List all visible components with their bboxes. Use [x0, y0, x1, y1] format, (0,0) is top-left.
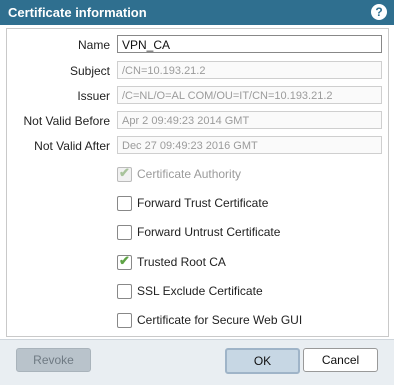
name-input[interactable]: VPN_CA	[117, 35, 382, 53]
issuer-label: Issuer	[77, 89, 110, 103]
forward-untrust-checkbox[interactable]	[117, 225, 132, 240]
checkmark-icon: ✔	[119, 253, 130, 268]
ok-button[interactable]: OK	[225, 348, 300, 374]
dialog-title: Certificate information	[8, 5, 147, 20]
forward-trust-label: Forward Trust Certificate	[137, 196, 269, 210]
cancel-button[interactable]: Cancel	[303, 348, 378, 372]
subject-label: Subject	[69, 64, 110, 78]
secure-web-gui-checkbox[interactable]	[117, 313, 132, 328]
trusted-root-ca-label: Trusted Root CA	[137, 255, 226, 269]
certificate-panel: Name VPN_CA Subject /CN=10.193.21.2 Issu…	[6, 28, 389, 337]
ssl-exclude-label: SSL Exclude Certificate	[137, 284, 263, 298]
not-valid-after-field: Dec 27 09:49:23 2016 GMT	[117, 136, 382, 154]
forward-untrust-label: Forward Untrust Certificate	[137, 225, 281, 239]
secure-web-gui-label: Certificate for Secure Web GUI	[137, 313, 303, 327]
revoke-button[interactable]: Revoke	[16, 348, 91, 372]
certificate-information-dialog: Certificate information ? Name VPN_CA Su…	[0, 0, 394, 385]
not-valid-after-label: Not Valid After	[34, 139, 110, 153]
certificate-authority-label: Certificate Authority	[137, 167, 242, 181]
certificate-authority-checkbox: ✔	[117, 165, 132, 182]
forward-trust-checkbox[interactable]	[117, 196, 132, 211]
trusted-root-ca-checkbox[interactable]: ✔	[117, 253, 132, 270]
not-valid-before-label: Not Valid Before	[23, 114, 111, 128]
help-icon[interactable]: ?	[371, 4, 387, 20]
dialog-footer: Revoke OK Cancel	[0, 339, 394, 385]
not-valid-before-field: Apr 2 09:49:23 2014 GMT	[117, 111, 382, 129]
subject-field: /CN=10.193.21.2	[117, 61, 382, 79]
issuer-row: Issuer /C=NL/O=AL COM/OU=IT/CN=10.193.21…	[7, 86, 388, 106]
issuer-field: /C=NL/O=AL COM/OU=IT/CN=10.193.21.2	[117, 86, 382, 104]
name-label: Name	[77, 38, 110, 52]
subject-row: Subject /CN=10.193.21.2	[7, 61, 388, 81]
ssl-exclude-checkbox[interactable]	[117, 284, 132, 299]
checkmark-icon: ✔	[119, 165, 130, 180]
name-row: Name VPN_CA	[7, 35, 388, 55]
not-valid-after-row: Not Valid After Dec 27 09:49:23 2016 GMT	[7, 136, 388, 156]
dialog-titlebar: Certificate information ?	[0, 0, 394, 25]
not-valid-before-row: Not Valid Before Apr 2 09:49:23 2014 GMT	[7, 111, 388, 131]
